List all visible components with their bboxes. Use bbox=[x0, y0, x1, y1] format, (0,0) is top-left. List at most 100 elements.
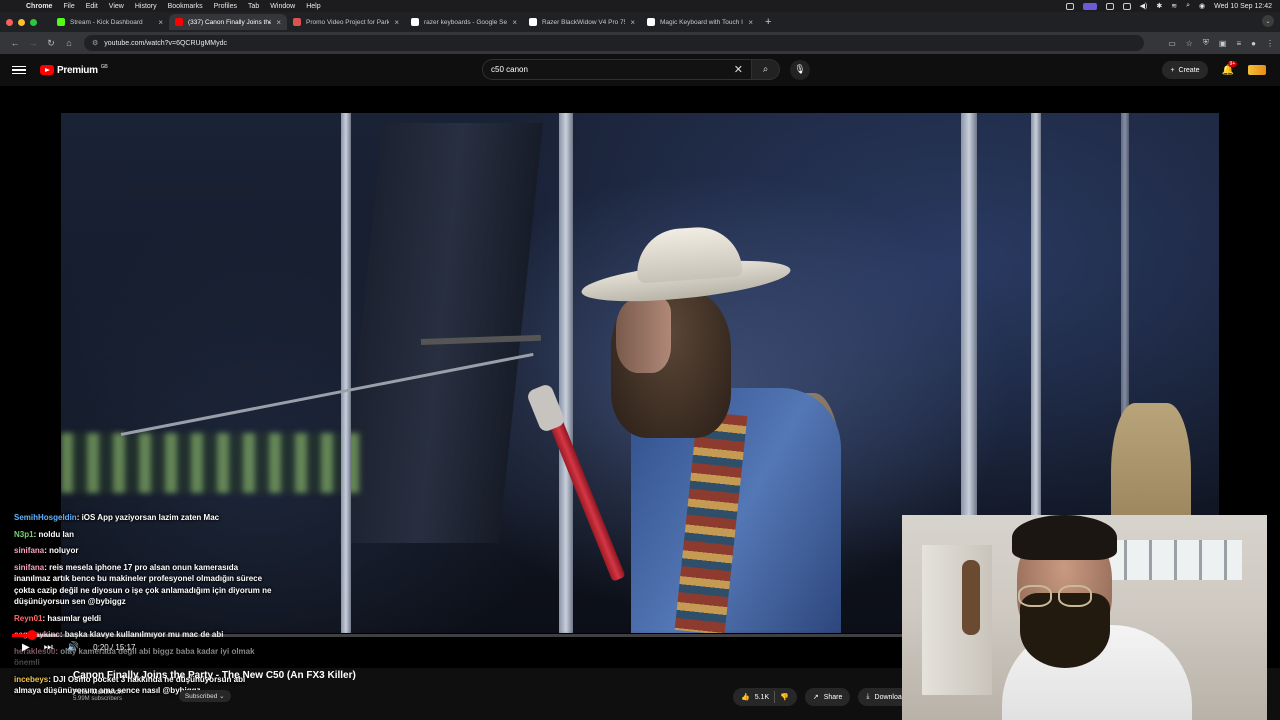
menu-history[interactable]: History bbox=[135, 3, 157, 10]
menu-file[interactable]: File bbox=[63, 3, 74, 10]
play-icon[interactable]: ▶ bbox=[22, 642, 30, 653]
url-text[interactable]: youtube.com/watch?v=6QCRUgMMydc bbox=[104, 40, 227, 47]
browser-tab[interactable]: Razer BlackWidow V4 Pro 75 × bbox=[523, 14, 641, 30]
tab-strip: Stream - Kick Dashboard × (337) Canon Fina… bbox=[0, 12, 1280, 32]
webcam-bottle bbox=[962, 560, 980, 635]
like-count: 5.1K bbox=[754, 693, 770, 701]
menu-profiles[interactable]: Profiles bbox=[214, 3, 237, 10]
subscriber-count: 5.99M subscribers bbox=[73, 696, 123, 702]
profile-avatar[interactable]: ● bbox=[1251, 39, 1256, 48]
chat-text: reis mesela iphone 17 pro alsan onun kam… bbox=[14, 562, 272, 607]
video-actions: 👍 5.1K 👎 ↗ Share ⤓ Download bbox=[733, 688, 914, 706]
tab-close-icon[interactable]: × bbox=[748, 18, 753, 27]
browser-tab[interactable]: Stream - Kick Dashboard × bbox=[51, 14, 169, 30]
notification-badge: 9+ bbox=[1227, 60, 1238, 67]
subscribed-button[interactable]: Subscribed ⌄ bbox=[178, 689, 231, 702]
tab-groups-icon[interactable]: ≡ bbox=[1236, 39, 1241, 48]
clear-search-icon[interactable]: ✕ bbox=[734, 63, 743, 76]
display-icon[interactable] bbox=[1105, 2, 1114, 10]
minimize-window-button[interactable] bbox=[18, 18, 25, 26]
search-button[interactable]: ⌕ bbox=[752, 59, 780, 80]
thumbs-down-icon[interactable]: 👎 bbox=[780, 693, 789, 701]
chat-username[interactable]: Reyn01 bbox=[14, 614, 42, 623]
like-dislike-button[interactable]: 👍 5.1K 👎 bbox=[733, 688, 797, 706]
tab-close-icon[interactable]: × bbox=[158, 18, 163, 27]
wifi-icon[interactable]: ≋ bbox=[1171, 2, 1177, 10]
browser-tab[interactable]: (337) Canon Finally Joins the × bbox=[169, 14, 287, 30]
browser-tab[interactable]: Magic Keyboard with Touch I × bbox=[641, 14, 759, 30]
plus-icon: + bbox=[1170, 66, 1175, 74]
microphone-icon: 🎙 bbox=[794, 64, 806, 74]
bookmark-star-icon[interactable]: ☆ bbox=[1186, 39, 1193, 48]
hamburger-menu-icon[interactable] bbox=[12, 65, 26, 75]
reload-icon[interactable]: ↻ bbox=[42, 38, 60, 49]
youtube-play-icon bbox=[40, 65, 54, 75]
thumbs-up-icon[interactable]: 👍 bbox=[741, 693, 750, 701]
tab-favicon-icon bbox=[411, 18, 419, 26]
forward-icon[interactable]: → bbox=[24, 38, 42, 48]
search-value[interactable]: c50 canon bbox=[491, 65, 528, 74]
search-input[interactable]: c50 canon ✕ bbox=[482, 59, 752, 80]
channel-row: Peter McKinnon 5.99M subscribers Subscri… bbox=[73, 689, 773, 702]
tab-close-icon[interactable]: × bbox=[512, 18, 517, 27]
cast-icon[interactable]: ▭ bbox=[1168, 39, 1176, 48]
subscribed-label: Subscribed bbox=[184, 692, 218, 700]
back-icon[interactable]: ← bbox=[6, 38, 24, 48]
tab-close-icon[interactable]: × bbox=[394, 18, 399, 27]
magnifier-icon: ⌕ bbox=[762, 64, 769, 75]
browser-tab[interactable]: Promo Video Project for Park × bbox=[287, 14, 405, 30]
menubar-clock[interactable]: Wed 10 Sep 12:42 bbox=[1214, 3, 1272, 10]
menu-view[interactable]: View bbox=[109, 3, 124, 10]
search-icon[interactable]: ⌕ bbox=[1186, 2, 1190, 10]
bluetooth-icon[interactable]: ✱ bbox=[1156, 2, 1162, 10]
status-app-icon[interactable] bbox=[1065, 2, 1074, 10]
chat-username[interactable]: sinifana bbox=[14, 563, 44, 572]
browser-tab[interactable]: razer keyboards - Google Se × bbox=[405, 14, 523, 30]
menu-app-name[interactable]: Chrome bbox=[26, 3, 52, 10]
notifications-bell-icon[interactable]: 🔔 9+ bbox=[1222, 60, 1238, 76]
close-window-button[interactable] bbox=[6, 18, 13, 26]
volume-icon[interactable]: ◀) bbox=[1140, 2, 1148, 10]
progress-bar[interactable] bbox=[12, 630, 902, 640]
tab-favicon-icon bbox=[529, 18, 537, 26]
player-controls: ▶ ⏭ 🔊 0:20 / 15:17 bbox=[22, 642, 135, 653]
home-icon[interactable]: ⌂ bbox=[60, 38, 78, 48]
menu-help[interactable]: Help bbox=[306, 3, 320, 10]
macos-menubar: Chrome File Edit View History Bookmarks … bbox=[0, 0, 1280, 12]
menu-edit[interactable]: Edit bbox=[86, 3, 98, 10]
tab-close-icon[interactable]: × bbox=[630, 18, 635, 27]
account-avatar[interactable] bbox=[1248, 65, 1266, 75]
screen-record-icon[interactable] bbox=[1082, 2, 1097, 10]
youtube-logo[interactable]: Premium GB bbox=[40, 64, 108, 76]
chrome-menu-icon[interactable]: ⋮ bbox=[1266, 39, 1274, 48]
chat-text: noldu lan bbox=[38, 529, 75, 539]
new-tab-button[interactable]: + bbox=[765, 16, 771, 28]
channel-name[interactable]: Peter McKinnon bbox=[73, 689, 123, 696]
tab-search-button[interactable]: ⌄ bbox=[1262, 15, 1274, 27]
create-button[interactable]: + Create bbox=[1162, 61, 1208, 79]
webcam-window bbox=[1102, 540, 1242, 580]
menu-bookmarks[interactable]: Bookmarks bbox=[168, 3, 203, 10]
tab-close-icon[interactable]: × bbox=[276, 18, 281, 27]
battery-icon[interactable] bbox=[1122, 2, 1131, 10]
menu-tab[interactable]: Tab bbox=[248, 3, 259, 10]
extensions-icon[interactable]: ▣ bbox=[1219, 39, 1227, 48]
next-icon[interactable]: ⏭ bbox=[44, 642, 53, 653]
share-button[interactable]: ↗ Share bbox=[804, 688, 851, 706]
chat-username[interactable]: incebeys bbox=[14, 675, 48, 684]
status-area: ◀) ✱ ≋ ⌕ ◉ Wed 10 Sep 12:42 bbox=[1065, 0, 1272, 12]
scrubber-handle[interactable] bbox=[26, 630, 37, 640]
site-info-icon[interactable]: ⚙ bbox=[92, 39, 98, 47]
logo-country: GB bbox=[100, 64, 108, 70]
zoom-window-button[interactable] bbox=[30, 18, 37, 26]
chat-username[interactable]: N3p1 bbox=[14, 530, 34, 539]
volume-icon[interactable]: 🔊 bbox=[67, 642, 79, 653]
chat-username[interactable]: SemihHosgeldin bbox=[14, 513, 77, 522]
glasses bbox=[1058, 585, 1092, 607]
extension-shield-icon[interactable]: ⛨ bbox=[1203, 38, 1209, 48]
omnibox[interactable]: ⚙ youtube.com/watch?v=6QCRUgMMydc bbox=[84, 35, 1144, 51]
voice-search-button[interactable]: 🎙 bbox=[790, 59, 810, 80]
menu-window[interactable]: Window bbox=[270, 3, 295, 10]
control-center-icon[interactable]: ◉ bbox=[1199, 2, 1205, 10]
chat-username[interactable]: sinifana bbox=[14, 546, 44, 555]
